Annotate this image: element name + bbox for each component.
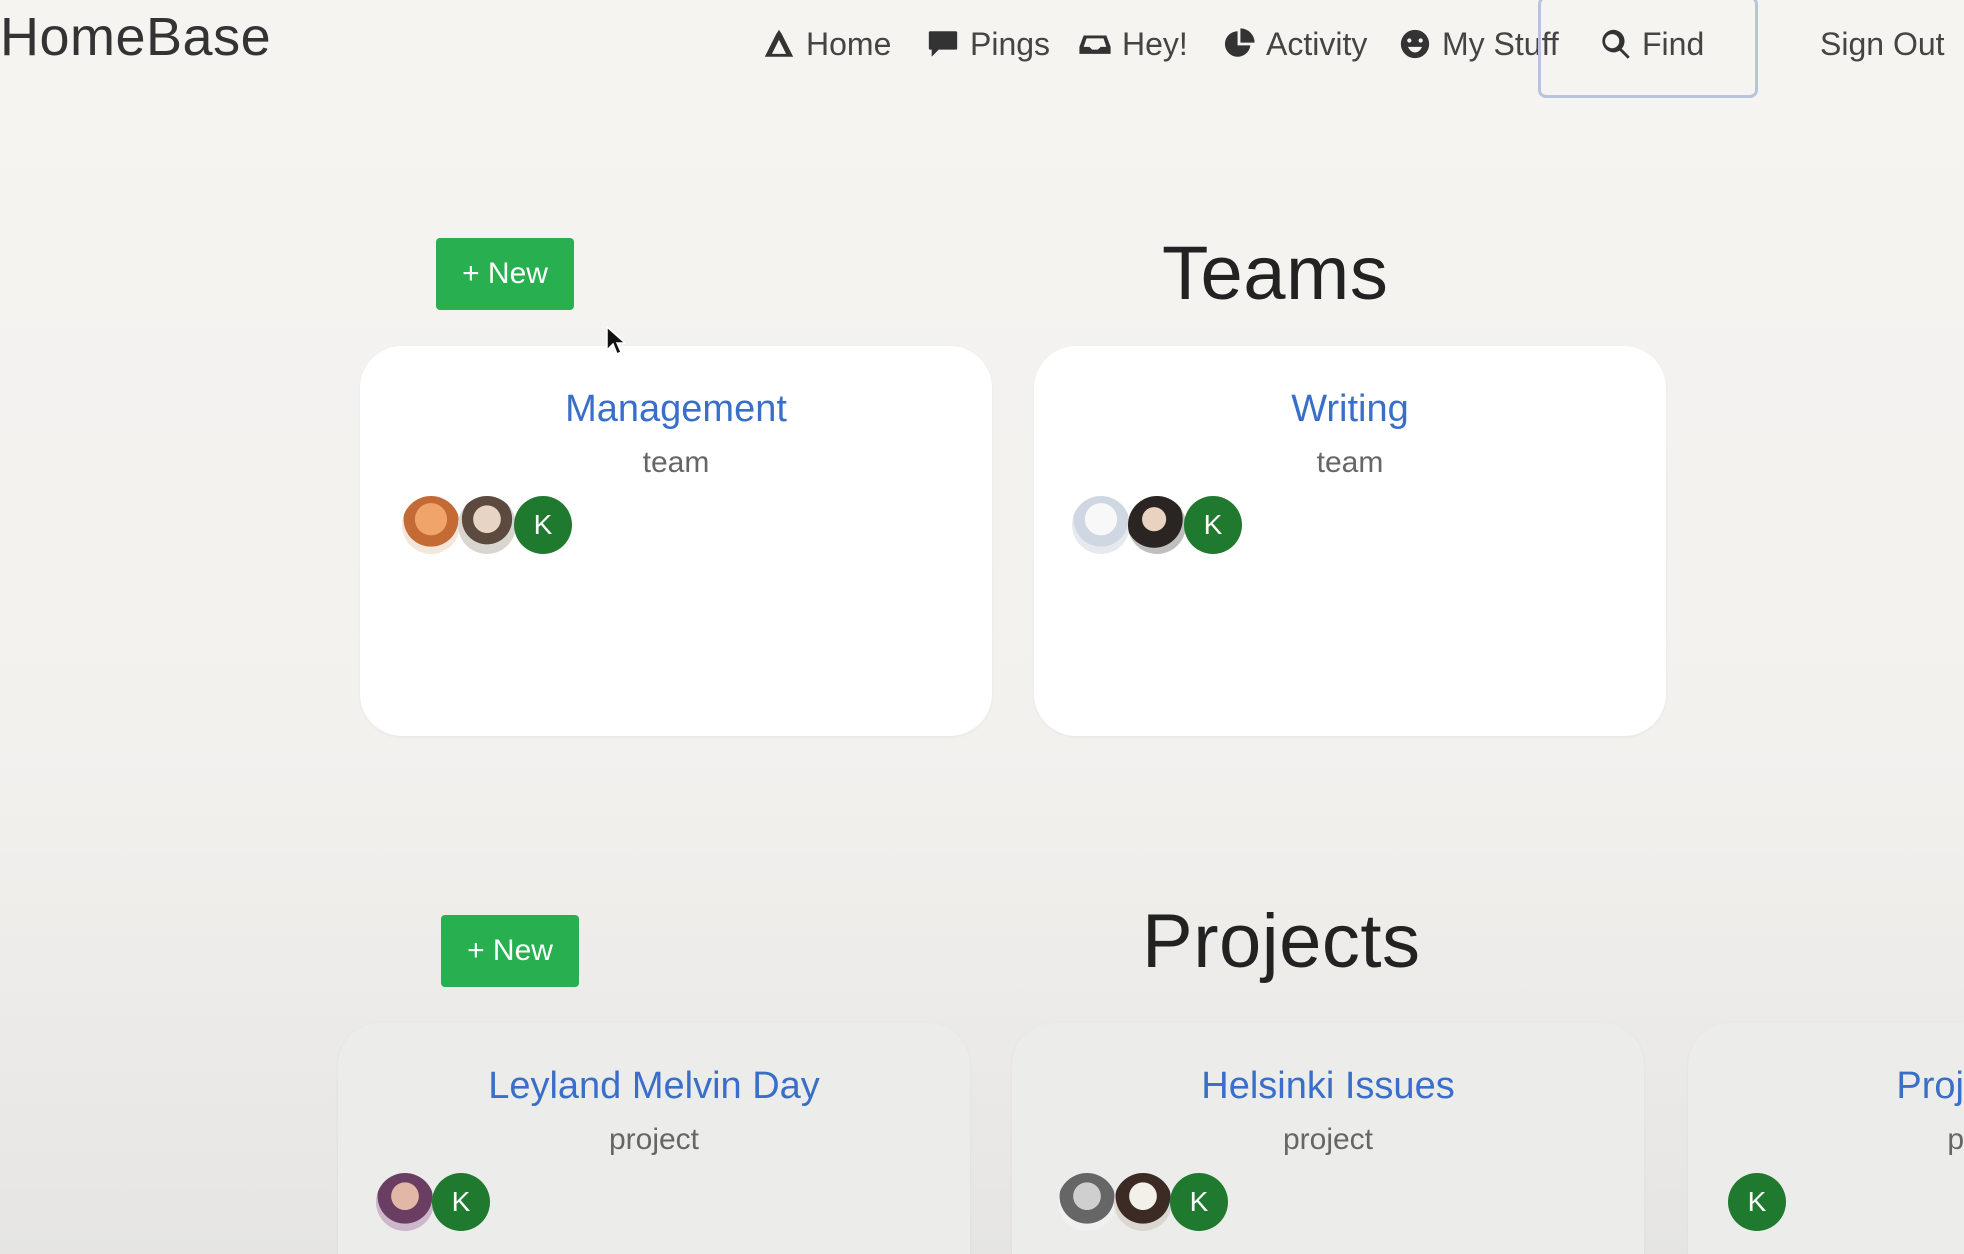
- nav-hey-label: Hey!: [1122, 25, 1188, 62]
- team-card-writing[interactable]: Writing team K: [1034, 346, 1666, 736]
- avatar[interactable]: K: [1170, 1173, 1228, 1231]
- project-title-link[interactable]: Leyland Melvin Day: [338, 1065, 970, 1108]
- homebase-page: HomeBase Home Pings Hey! Activity My Stu…: [0, 0, 1964, 1254]
- avatar[interactable]: [376, 1173, 434, 1231]
- nav-find-label: Find: [1642, 25, 1705, 62]
- avatar[interactable]: [1114, 1173, 1172, 1231]
- avatar[interactable]: K: [514, 496, 572, 554]
- nav-hey[interactable]: Hey!: [1078, 24, 1188, 64]
- pie-chart-icon: [1224, 28, 1255, 57]
- team-title-link[interactable]: Management: [360, 388, 992, 431]
- team-title-link[interactable]: Writing: [1034, 388, 1666, 431]
- new-team-button[interactable]: + New: [436, 238, 574, 310]
- member-avatars: K: [1072, 496, 1242, 554]
- project-type-label: project: [1282, 1123, 1374, 1156]
- member-avatars: K: [376, 1173, 490, 1231]
- nav-home[interactable]: Home: [762, 24, 891, 64]
- member-avatars: K: [1728, 1173, 1786, 1231]
- sign-out-link[interactable]: Sign Out: [1820, 24, 1945, 64]
- project-card-leyland-melvin-day[interactable]: Leyland Melvin Day project K: [338, 1023, 970, 1254]
- mouse-cursor-icon: [606, 326, 626, 356]
- smiley-icon: [1400, 29, 1430, 59]
- nav-activity[interactable]: Activity: [1222, 24, 1367, 64]
- avatar[interactable]: K: [1728, 1173, 1786, 1231]
- project-card-helsinki-issues[interactable]: Helsinki Issues project K: [1012, 1023, 1644, 1254]
- team-type-label: team: [1316, 446, 1384, 479]
- project-card-partial[interactable]: Proj p K: [1688, 1023, 1964, 1254]
- avatar[interactable]: [402, 496, 460, 554]
- tent-icon: [764, 29, 794, 57]
- brand-logo[interactable]: HomeBase: [0, 6, 271, 68]
- search-icon: [1602, 29, 1630, 59]
- nav-activity-label: Activity: [1266, 25, 1368, 62]
- project-type-label: p: [1947, 1123, 1964, 1156]
- nav-pings[interactable]: Pings: [926, 24, 1050, 64]
- avatar[interactable]: [1058, 1173, 1116, 1231]
- team-type-label: team: [642, 446, 710, 479]
- top-navbar: HomeBase Home Pings Hey! Activity My Stu…: [0, 0, 1964, 100]
- nav-home-label: Home: [806, 25, 892, 62]
- nav-my-stuff[interactable]: My Stuff: [1398, 24, 1559, 64]
- member-avatars: K: [402, 496, 572, 554]
- chat-bubble-icon: [928, 31, 958, 57]
- member-avatars: K: [1058, 1173, 1228, 1231]
- teams-heading: Teams: [1162, 231, 1389, 316]
- team-card-management[interactable]: Management team K: [360, 346, 992, 736]
- avatar[interactable]: [1072, 496, 1130, 554]
- project-title-link[interactable]: Proj: [1688, 1065, 1964, 1108]
- nav-find[interactable]: Find: [1598, 24, 1704, 64]
- avatar[interactable]: [1128, 496, 1186, 554]
- inbox-icon: [1079, 35, 1111, 54]
- project-title-link[interactable]: Helsinki Issues: [1012, 1065, 1644, 1108]
- project-type-label: project: [608, 1123, 700, 1156]
- avatar[interactable]: [458, 496, 516, 554]
- new-project-button[interactable]: + New: [441, 915, 579, 987]
- avatar[interactable]: K: [432, 1173, 490, 1231]
- sign-out-label: Sign Out: [1820, 25, 1945, 62]
- avatar[interactable]: K: [1184, 496, 1242, 554]
- nav-pings-label: Pings: [970, 25, 1051, 62]
- projects-heading: Projects: [1142, 899, 1421, 984]
